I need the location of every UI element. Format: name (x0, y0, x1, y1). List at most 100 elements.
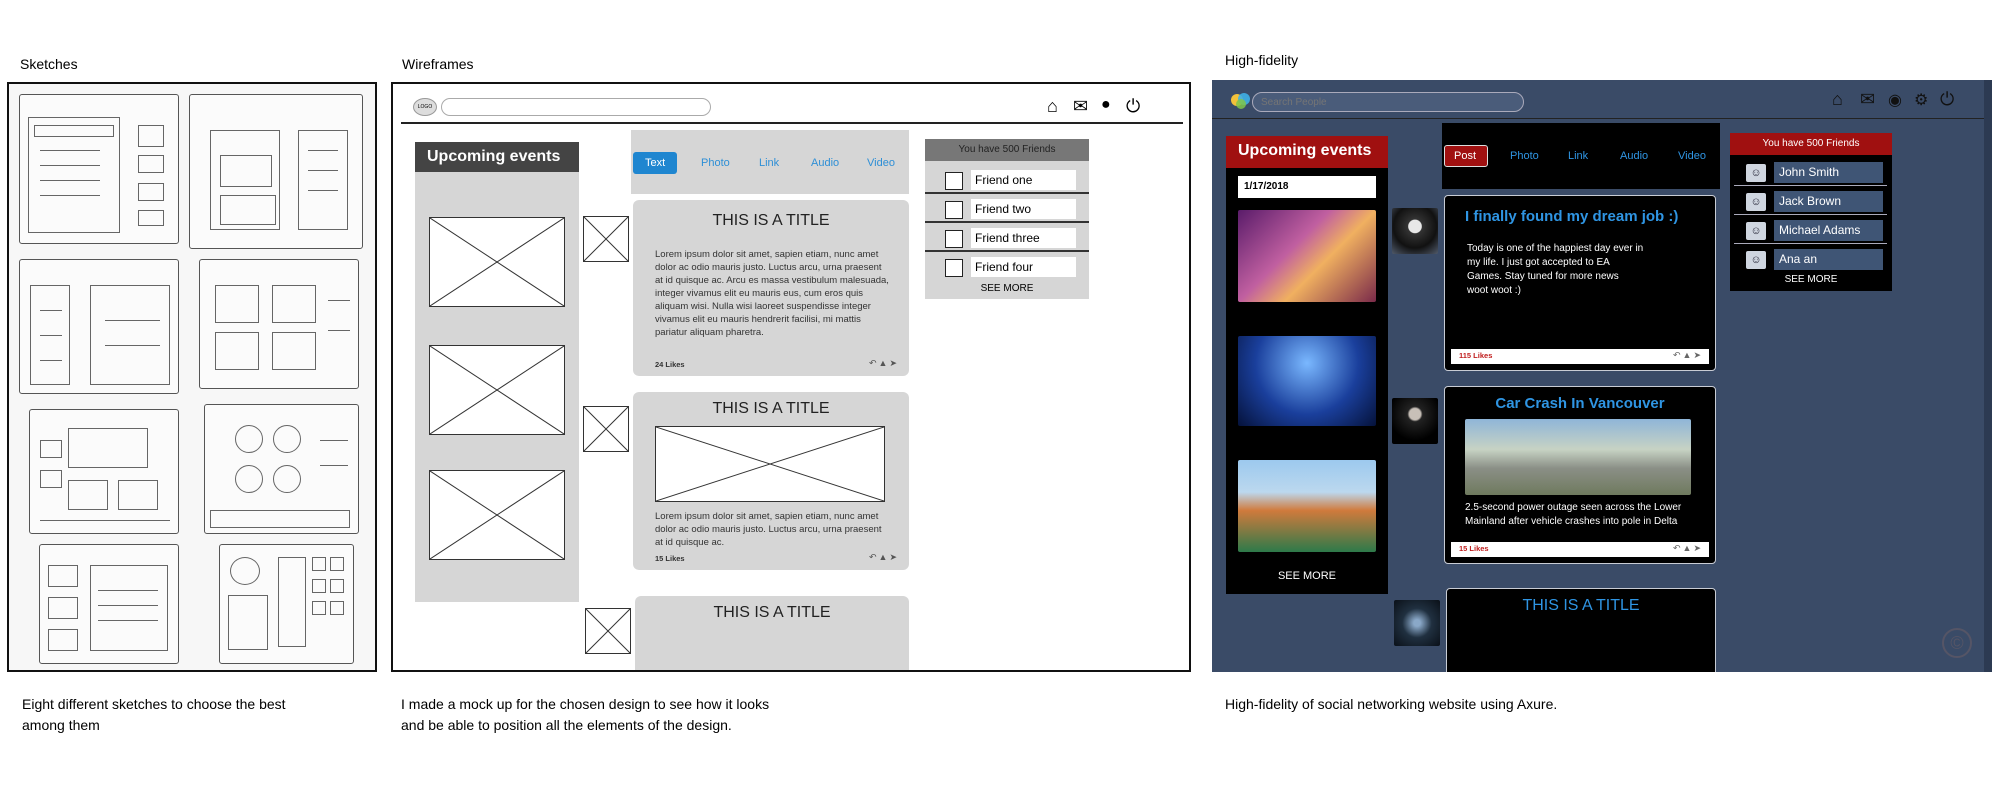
post-body: Lorem ipsum dolor sit amet, sapien etiam… (655, 249, 889, 338)
post-actions: ↶▲➤ (869, 358, 899, 369)
reply-icon[interactable]: ↶ (1673, 350, 1683, 360)
friend-row[interactable]: Friend four (925, 254, 1089, 281)
like-icon[interactable]: ▲ (879, 552, 890, 562)
friend-name[interactable]: Friend two (971, 199, 1076, 219)
friend-row[interactable]: ☺ Michael Adams (1734, 217, 1887, 244)
friend-name[interactable]: Jack Brown (1774, 191, 1883, 212)
friends-see-more[interactable]: SEE MORE (1730, 274, 1892, 285)
home-icon[interactable]: ⌂ (1832, 89, 1843, 110)
logo[interactable]: LOGO (413, 98, 437, 116)
tab-link[interactable]: Link (1568, 150, 1588, 162)
friend-row[interactable]: ☺ John Smith (1734, 159, 1887, 186)
avatar[interactable] (583, 406, 629, 452)
settings-icon[interactable]: ⚙ (1914, 90, 1928, 110)
avatar[interactable] (1392, 208, 1438, 254)
friend-row[interactable]: Friend one (925, 167, 1089, 194)
highfidelity-title: High-fidelity (1225, 52, 1299, 68)
post-image-placeholder[interactable] (655, 426, 885, 502)
friend-name[interactable]: Friend three (971, 228, 1076, 248)
friend-avatar: ☺ (1746, 251, 1766, 269)
tab-post-label[interactable]: Post (1454, 150, 1476, 162)
friend-avatar-placeholder (945, 230, 963, 248)
sketches-caption: Eight different sketches to choose the b… (22, 694, 286, 736)
power-icon[interactable]: ⏻ (1940, 89, 1954, 110)
event-image-placeholder[interactable] (429, 470, 565, 560)
event-date[interactable]: 1/17/2018 (1238, 176, 1376, 198)
tab-link[interactable]: Link (759, 157, 779, 169)
reply-icon[interactable]: ↶ (869, 358, 879, 368)
home-icon[interactable]: ⌂ (1047, 96, 1058, 117)
post-actions: ↶▲➤ (869, 552, 899, 563)
friend-name[interactable]: Michael Adams (1774, 220, 1883, 241)
scrollbar[interactable] (1984, 80, 1992, 672)
mail-icon[interactable]: ✉ (1860, 89, 1875, 110)
like-icon[interactable]: ▲ (1683, 543, 1694, 553)
friend-avatar-placeholder (945, 259, 963, 277)
tab-audio[interactable]: Audio (1620, 150, 1648, 162)
friend-row[interactable]: ☺ Jack Brown (1734, 188, 1887, 215)
mail-icon[interactable]: ✉ (1073, 96, 1088, 117)
tab-video[interactable]: Video (867, 157, 895, 169)
friend-avatar-placeholder (945, 172, 963, 190)
event-image-placeholder[interactable] (429, 217, 565, 307)
events-see-more[interactable]: SEE MORE (1226, 570, 1388, 582)
friend-row[interactable]: Friend three (925, 225, 1089, 252)
friends-panel: You have 500 Friends ☺ John Smith ☺ Jack B… (1730, 133, 1892, 291)
tab-video[interactable]: Video (1678, 150, 1706, 162)
share-icon[interactable]: ➤ (1693, 350, 1703, 360)
share-icon[interactable]: ➤ (889, 358, 899, 368)
power-icon[interactable]: ⏻ (1126, 96, 1140, 117)
event-image-placeholder[interactable] (429, 345, 565, 435)
sketch-thumbnail (19, 259, 179, 394)
search-input[interactable] (1252, 92, 1524, 112)
concert-photo[interactable] (1238, 336, 1376, 426)
waterpark-photo[interactable] (1238, 460, 1376, 552)
party-photo[interactable] (1238, 210, 1376, 302)
tab-text-label[interactable]: Text (645, 157, 665, 169)
friend-name[interactable]: Friend one (971, 170, 1076, 190)
tab-audio[interactable]: Audio (811, 157, 839, 169)
post-card: I finally found my dream job :) Today is… (1444, 195, 1716, 371)
reply-icon[interactable]: ↶ (869, 552, 879, 562)
car-crash-photo[interactable] (1465, 419, 1691, 495)
friend-row[interactable]: Friend two (925, 196, 1089, 223)
user-icon[interactable]: ● (1101, 96, 1111, 114)
sketch-thumbnail (29, 409, 179, 534)
friend-name[interactable]: Ana an (1774, 249, 1883, 270)
caption-line: Eight different sketches to choose the b… (22, 696, 286, 712)
events-panel: Upcoming events 1/17/2018 SEE MORE (1226, 136, 1388, 594)
reply-icon[interactable]: ↶ (1673, 543, 1683, 553)
events-panel: Upcoming events (415, 142, 579, 602)
like-icon[interactable]: ▲ (879, 358, 890, 368)
friend-name[interactable]: Friend four (971, 257, 1076, 277)
highfidelity-panel: ⌂ ✉ ◉ ⚙ ⏻ Upcoming events 1/17/2018 SEE … (1212, 80, 1992, 672)
sketches-panel (7, 82, 377, 672)
profile-icon[interactable]: ◉ (1888, 90, 1902, 110)
post-body-line: Mainland after vehicle crashes into pole… (1465, 516, 1678, 527)
tab-photo[interactable]: Photo (701, 157, 730, 169)
friend-row[interactable]: ☺ Ana an (1734, 246, 1887, 273)
friends-header: You have 500 Friends (1730, 133, 1892, 155)
search-input[interactable] (441, 98, 711, 116)
post-footer: 15 Likes ↶▲➤ (1451, 542, 1709, 557)
share-icon[interactable]: ➤ (889, 552, 899, 562)
sketch-thumbnail (39, 544, 179, 664)
friends-see-more[interactable]: SEE MORE (925, 283, 1089, 294)
friend-name[interactable]: John Smith (1774, 162, 1883, 183)
like-icon[interactable]: ▲ (1683, 350, 1694, 360)
friend-avatar: ☺ (1746, 222, 1766, 240)
copyright-icon: © (1942, 628, 1972, 658)
share-icon[interactable]: ➤ (1693, 543, 1703, 553)
logo-icon[interactable] (1230, 92, 1252, 110)
avatar[interactable] (1394, 600, 1440, 646)
post-type-tabs: Post Photo Link Audio Video (1442, 123, 1720, 189)
post-card: THIS IS A TITLE (635, 596, 909, 670)
avatar[interactable] (585, 608, 631, 654)
tab-photo[interactable]: Photo (1510, 150, 1539, 162)
post-likes: 15 Likes (655, 554, 685, 563)
post-likes: 115 Likes (1459, 351, 1493, 360)
avatar[interactable] (1392, 398, 1438, 444)
avatar[interactable] (583, 216, 629, 262)
post-body: Today is one of the happiest day ever in… (1467, 242, 1643, 298)
post-body-line: woot woot :) (1467, 285, 1521, 296)
